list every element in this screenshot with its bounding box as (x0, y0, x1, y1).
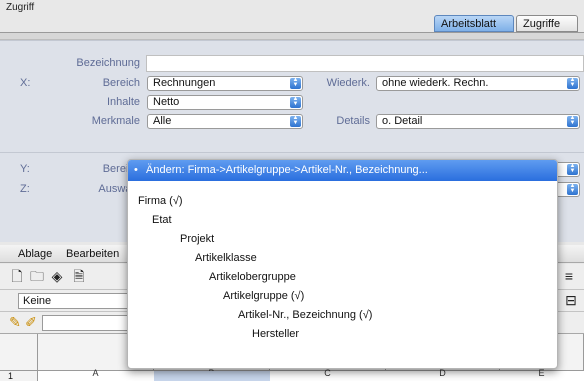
wiederk-value: ohne wiederk. Rechn. (382, 77, 489, 89)
save-icon[interactable]: ◈ (48, 268, 66, 285)
align-right-icon[interactable]: ≡ (560, 268, 578, 285)
wiederk-label: Wiederk. (326, 77, 370, 89)
inhalte-value: Netto (153, 96, 180, 108)
details-select[interactable]: o. Detail ▲ ▼ (376, 114, 580, 129)
print-preview-icon[interactable]: 🗎 (70, 268, 88, 285)
tab-zugriffe[interactable]: Zugriffe (516, 15, 578, 32)
corner-header (0, 334, 38, 371)
popup-item-artikelklasse[interactable]: Artikelklasse (195, 252, 257, 264)
popup-item-hersteller[interactable]: Hersteller (252, 328, 299, 340)
wiederk-select[interactable]: ohne wiederk. Rechn. ▲ ▼ (376, 76, 580, 91)
x-bereich-label: Bereich (102, 77, 140, 89)
y-axis-label: Y: (20, 163, 30, 175)
merkmale-select[interactable]: Alle ▲ ▼ (147, 114, 303, 129)
popup-item-projekt[interactable]: Projekt (180, 233, 214, 245)
details-value: o. Detail (382, 115, 423, 127)
formula-input[interactable] (42, 315, 132, 331)
up-down-arrows-icon: ▲ ▼ (567, 163, 578, 175)
open-folder-icon[interactable]: 🗀 (28, 268, 46, 285)
pencil-icon[interactable]: ✐ (22, 314, 40, 331)
popup-item-artikel-nr[interactable]: Artikel-Nr., Bezeichnung (√) (238, 309, 372, 321)
menu-bearbeiten[interactable]: Bearbeiten (66, 248, 119, 260)
tab-strip (0, 32, 584, 40)
z-auswahl-label: Auswahl (98, 183, 140, 195)
new-document-icon[interactable]: 🗋 (8, 268, 26, 285)
popup-item-artikelgruppe[interactable]: Artikelgruppe (√) (223, 290, 304, 302)
up-down-arrows-icon: ▲ ▼ (567, 115, 578, 127)
style-select[interactable]: Keine (18, 293, 136, 309)
menu-ablage[interactable]: Ablage (18, 248, 52, 260)
up-down-arrows-icon: ▲ ▼ (567, 77, 578, 89)
x-bereich-value: Rechnungen (153, 77, 216, 89)
tab-arbeitsblatt[interactable]: Arbeitsblatt (434, 15, 514, 32)
window-title-fragment: Zugriff (6, 2, 35, 13)
popup-item-etat[interactable]: Etat (152, 214, 172, 226)
x-axis-label: X: (20, 77, 31, 89)
popup-selected-item[interactable]: • Ändern: Firma->Artikelgruppe->Artikel-… (128, 160, 557, 181)
merkmale-value: Alle (153, 115, 172, 127)
popup-item-firma[interactable]: Firma (√) (138, 195, 183, 207)
inhalte-label: Inhalte (106, 96, 140, 108)
z-axis-label: Z: (20, 183, 30, 195)
bullet-icon: • (134, 164, 138, 176)
row-header-1[interactable]: 1 (0, 371, 38, 381)
popup-item-artikelobergruppe[interactable]: Artikelobergruppe (209, 271, 296, 283)
inhalte-select[interactable]: Netto ▲ ▼ (147, 95, 303, 110)
selected-cell[interactable] (154, 371, 270, 381)
table-icon[interactable]: ⊟ (562, 292, 580, 309)
details-label: Details (336, 115, 370, 127)
popup-selected-label: Ändern: Firma->Artikelgruppe->Artikel-Nr… (146, 164, 428, 176)
bezeichnung-field[interactable] (146, 55, 584, 72)
hierarchy-popup-menu: • Ändern: Firma->Artikelgruppe->Artikel-… (127, 159, 558, 369)
y-bereich-label: Bereich (102, 163, 140, 175)
up-down-arrows-icon: ▲ ▼ (290, 96, 301, 108)
x-bereich-select[interactable]: Rechnungen ▲ ▼ (147, 76, 303, 91)
merkmale-label: Merkmale (91, 115, 140, 127)
bezeichnung-label: Bezeichnung (76, 57, 140, 69)
up-down-arrows-icon: ▲ ▼ (567, 183, 578, 195)
